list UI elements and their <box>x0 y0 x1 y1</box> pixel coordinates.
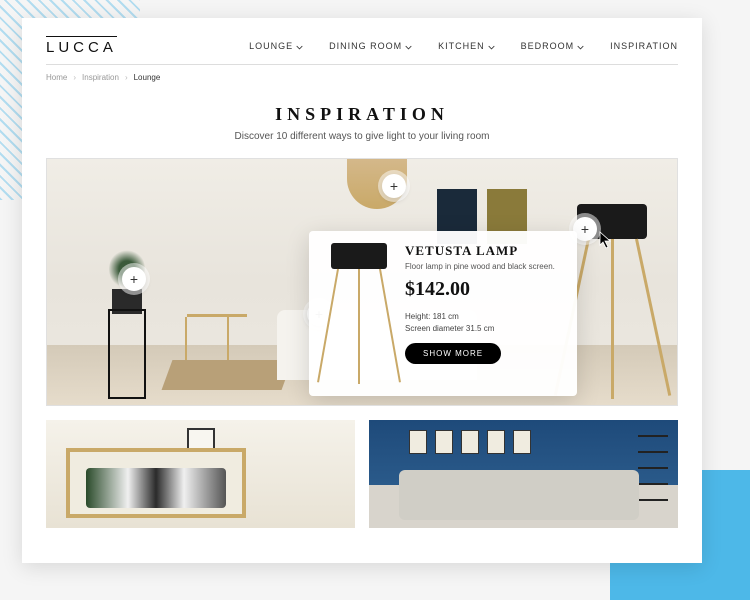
nav-kitchen[interactable]: KITCHEN <box>438 41 495 51</box>
gallery-item[interactable] <box>369 420 678 528</box>
page-subtitle: Discover 10 different ways to give light… <box>46 131 678 142</box>
header: LUCCA LOUNGE DINING ROOM KITCHEN BEDROOM… <box>46 36 678 65</box>
product-info: VETUSTA LAMP Floor lamp in pine wood and… <box>405 243 563 384</box>
chevron-right-icon: › <box>125 73 128 82</box>
nav-lounge[interactable]: LOUNGE <box>249 41 303 51</box>
hotspot-pendant[interactable] <box>382 174 406 198</box>
product-popup: VETUSTA LAMP Floor lamp in pine wood and… <box>309 231 577 396</box>
chevron-down-icon <box>488 43 495 50</box>
nav-inspiration-label: INSPIRATION <box>610 41 678 51</box>
product-name: VETUSTA LAMP <box>405 243 563 259</box>
breadcrumb-current: Lounge <box>134 73 161 82</box>
nav-bedroom[interactable]: BEDROOM <box>521 41 585 51</box>
product-image <box>323 243 395 383</box>
gallery <box>46 420 678 528</box>
spec-height: Height: 181 cm <box>405 311 563 323</box>
show-more-button[interactable]: SHOW MORE <box>405 343 501 364</box>
rug <box>162 360 293 390</box>
nav-bedroom-label: BEDROOM <box>521 41 575 51</box>
product-price: $142.00 <box>405 278 563 301</box>
nav-dining-room[interactable]: DINING ROOM <box>329 41 412 51</box>
page-card: LUCCA LOUNGE DINING ROOM KITCHEN BEDROOM… <box>22 18 702 563</box>
cursor-icon <box>599 231 613 249</box>
nav-inspiration[interactable]: INSPIRATION <box>610 41 678 51</box>
product-description: Floor lamp in pine wood and black screen… <box>405 262 563 272</box>
breadcrumb-inspiration[interactable]: Inspiration <box>82 73 119 82</box>
nav-lounge-label: LOUNGE <box>249 41 293 51</box>
breadcrumb-home[interactable]: Home <box>46 73 67 82</box>
brand-logo[interactable]: LUCCA <box>46 36 117 56</box>
chevron-down-icon <box>577 43 584 50</box>
chevron-right-icon: › <box>73 73 76 82</box>
chevron-down-icon <box>296 43 303 50</box>
breadcrumb: Home › Inspiration › Lounge <box>46 73 678 82</box>
product-specs: Height: 181 cm Screen diameter 31.5 cm <box>405 311 563 335</box>
nav-kitchen-label: KITCHEN <box>438 41 485 51</box>
hero-room-image: VETUSTA LAMP Floor lamp in pine wood and… <box>46 158 678 406</box>
gallery-item[interactable] <box>46 420 355 528</box>
page-title: INSPIRATION <box>46 104 678 125</box>
chevron-down-icon <box>405 43 412 50</box>
nav-dining-label: DINING ROOM <box>329 41 402 51</box>
spec-diameter: Screen diameter 31.5 cm <box>405 323 563 335</box>
main-nav: LOUNGE DINING ROOM KITCHEN BEDROOM INSPI… <box>249 41 678 51</box>
hotspot-plant[interactable] <box>122 267 146 291</box>
